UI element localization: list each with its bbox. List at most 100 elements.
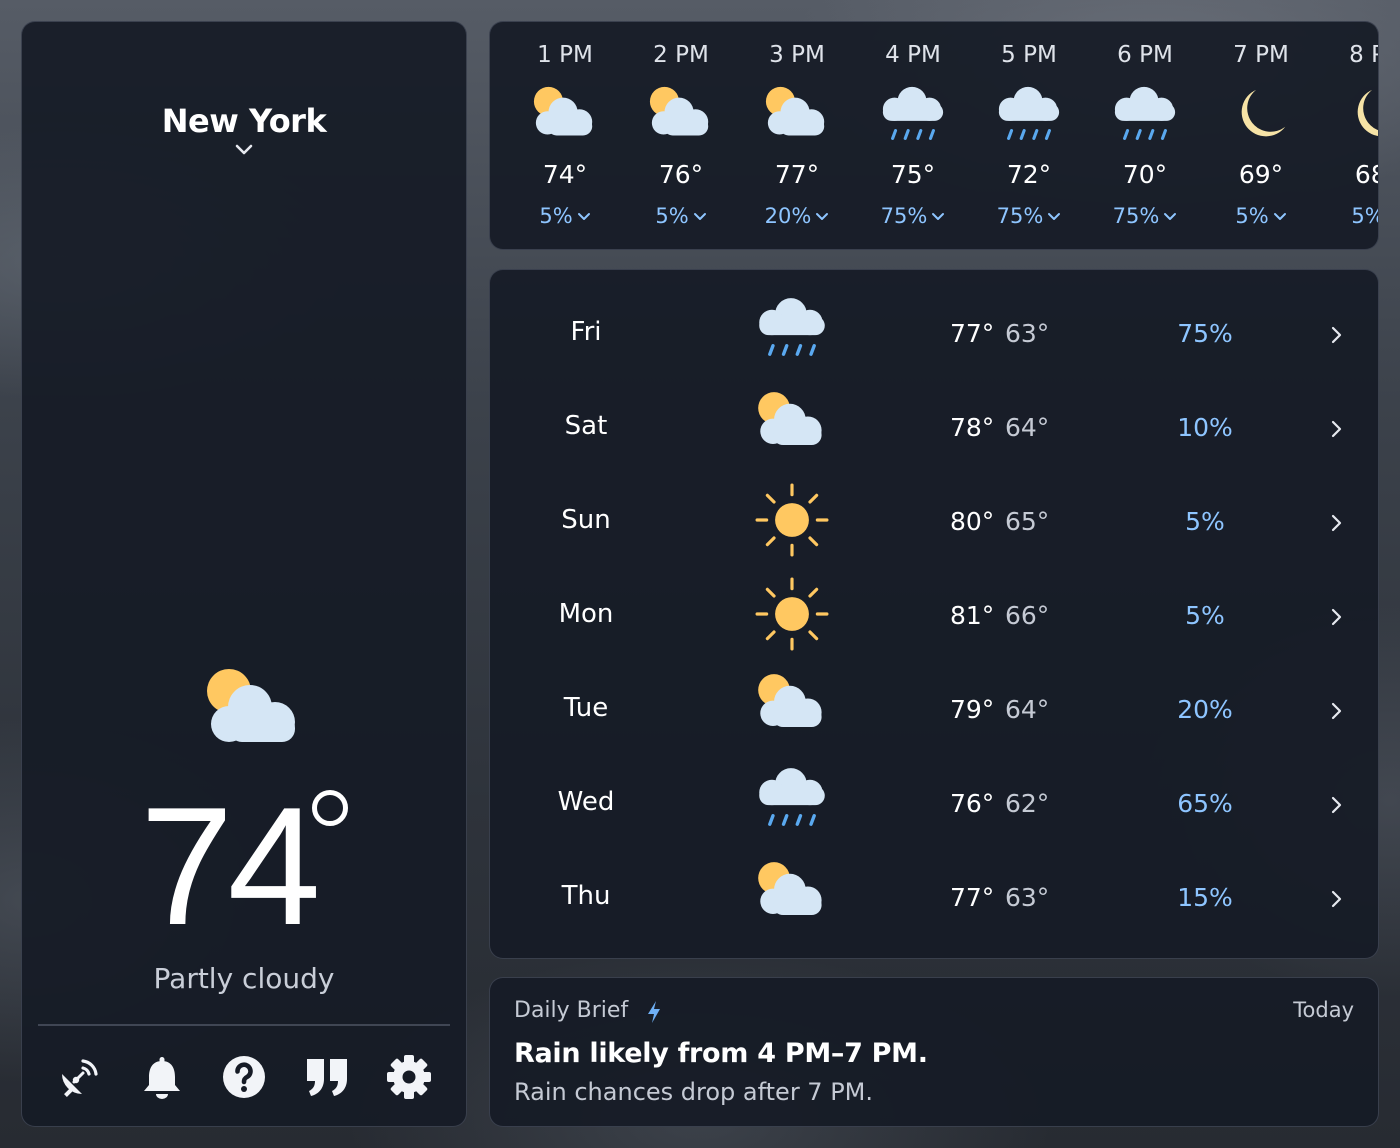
daily-brief-period: Today (1293, 998, 1354, 1022)
current-condition: Partly cloudy (153, 962, 335, 995)
hourly-item[interactable]: 7 PM 69° 5% (1203, 22, 1319, 249)
day-expand[interactable] (1330, 795, 1344, 819)
current-temperature: 74 (140, 772, 321, 960)
day-expand[interactable] (1330, 889, 1344, 913)
hour-temperature: 74° (542, 160, 588, 189)
hourly-forecast-panel[interactable]: 1 PM 74° 5% 2 PM 76° 5% 3 PM 77° 20% 4 PM 75° 75% 5 … (489, 21, 1379, 250)
hour-time: 5 PM (1001, 42, 1057, 68)
partly-cloudy-icon (533, 86, 593, 136)
day-high: 78° (950, 413, 995, 442)
day-icon (755, 389, 829, 467)
hour-icon (1111, 84, 1179, 156)
hourly-item[interactable]: 2 PM 76° 5% (623, 22, 739, 249)
day-name: Fri (570, 317, 602, 347)
daily-brief-card[interactable]: Daily Brief Today Rain likely from 4 PM–… (489, 977, 1379, 1127)
divider (38, 1024, 450, 1026)
hour-precipitation: 75% (1112, 204, 1160, 228)
day-expand[interactable] (1330, 513, 1344, 537)
day-name: Tue (563, 693, 609, 723)
hourly-item[interactable]: 4 PM 75° 75% (855, 22, 971, 249)
chevron-down-icon (693, 213, 706, 220)
day-low: 63° (1005, 319, 1050, 348)
sun-icon (755, 577, 829, 651)
hour-precipitation-toggle[interactable]: 5% (1203, 204, 1319, 228)
hour-temperature: 68° (1354, 160, 1378, 189)
day-high: 76° (950, 789, 995, 818)
hour-precipitation-toggle[interactable]: 20% (739, 204, 855, 228)
hour-precipitation-toggle[interactable]: 5% (507, 204, 623, 228)
hour-precipitation: 5% (539, 204, 573, 228)
day-icon (755, 295, 829, 373)
hourly-item[interactable]: 6 PM 70° 75% (1087, 22, 1203, 249)
day-precipitation: 10% (1177, 413, 1233, 442)
hourly-item[interactable]: 8 PM 68° 5% (1319, 22, 1378, 249)
hourly-item[interactable]: 1 PM 74° 5% (507, 22, 623, 249)
hour-temperature: 77° (774, 160, 820, 189)
day-name: Thu (561, 881, 611, 911)
hour-time: 7 PM (1233, 42, 1289, 68)
rain-icon (759, 768, 825, 826)
quote-icon[interactable] (302, 1052, 352, 1102)
hourly-item[interactable]: 5 PM 72° 75% (971, 22, 1087, 249)
daily-brief-headline: Rain likely from 4 PM–7 PM. (514, 1038, 928, 1069)
hour-precipitation-toggle[interactable]: 5% (623, 204, 739, 228)
hour-icon (763, 84, 831, 156)
daily-row[interactable]: Tue 79° 64° 20% (490, 663, 1378, 757)
day-icon (755, 483, 829, 561)
sun-icon (755, 483, 829, 557)
day-precipitation: 5% (1185, 601, 1225, 630)
hour-time: 4 PM (885, 42, 941, 68)
hour-time: 1 PM (537, 42, 593, 68)
chevron-right-icon (1331, 326, 1342, 344)
bell-icon[interactable] (137, 1052, 187, 1102)
day-precipitation: 5% (1185, 507, 1225, 536)
chevron-down-icon (1048, 213, 1061, 220)
daily-row[interactable]: Thu 77° 63° 15% (490, 851, 1378, 945)
moon-icon (1241, 89, 1286, 137)
daily-row[interactable]: Mon 81° 66° 5% (490, 569, 1378, 663)
hour-precipitation-toggle[interactable]: 75% (855, 204, 971, 228)
day-icon (755, 859, 829, 937)
gear-icon[interactable] (384, 1052, 434, 1102)
day-precipitation: 65% (1177, 789, 1233, 818)
day-precipitation: 75% (1177, 319, 1233, 348)
hour-time: 2 PM (653, 42, 709, 68)
day-expand[interactable] (1330, 701, 1344, 725)
radar-icon[interactable] (54, 1052, 104, 1102)
day-expand[interactable] (1330, 607, 1344, 631)
day-name: Sat (564, 411, 608, 441)
chevron-right-icon (1331, 796, 1342, 814)
hour-precipitation-toggle[interactable]: 75% (1087, 204, 1203, 228)
current-conditions-panel: New York 74 Partly cloudy (21, 21, 467, 1127)
partly-cloudy-icon (758, 674, 822, 728)
chevron-down-icon (1164, 213, 1177, 220)
day-low: 63° (1005, 883, 1050, 912)
daily-row[interactable]: Sat 78° 64° 10% (490, 381, 1378, 475)
hour-icon (879, 84, 947, 156)
day-expand[interactable] (1330, 419, 1344, 443)
partly-cloudy-icon (758, 392, 822, 446)
hour-time: 6 PM (1117, 42, 1173, 68)
chevron-down-icon (577, 213, 590, 220)
chevron-down-icon[interactable] (233, 138, 255, 160)
help-icon[interactable] (219, 1052, 269, 1102)
day-high: 79° (950, 695, 995, 724)
chevron-down-icon (932, 213, 945, 220)
hour-icon (647, 84, 715, 156)
hour-icon (1343, 84, 1378, 156)
day-expand[interactable] (1330, 325, 1344, 349)
partly-cloudy-icon (649, 86, 709, 136)
daily-row[interactable]: Sun 80° 65° 5% (490, 475, 1378, 569)
daily-row[interactable]: Fri 77° 63° 75% (490, 287, 1378, 381)
city-name[interactable]: New York (22, 102, 466, 140)
hour-precipitation-toggle[interactable]: 75% (971, 204, 1087, 228)
hour-precipitation: 5% (655, 204, 689, 228)
day-name: Sun (561, 505, 611, 535)
hourly-item[interactable]: 3 PM 77° 20% (739, 22, 855, 249)
hour-precipitation-toggle[interactable]: 5% (1319, 204, 1378, 228)
day-icon (755, 765, 829, 843)
partly-cloudy-icon (765, 86, 825, 136)
daily-row[interactable]: Wed 76° 62° 65% (490, 757, 1378, 851)
rain-icon (882, 86, 944, 140)
partly-cloudy-icon (207, 669, 295, 742)
